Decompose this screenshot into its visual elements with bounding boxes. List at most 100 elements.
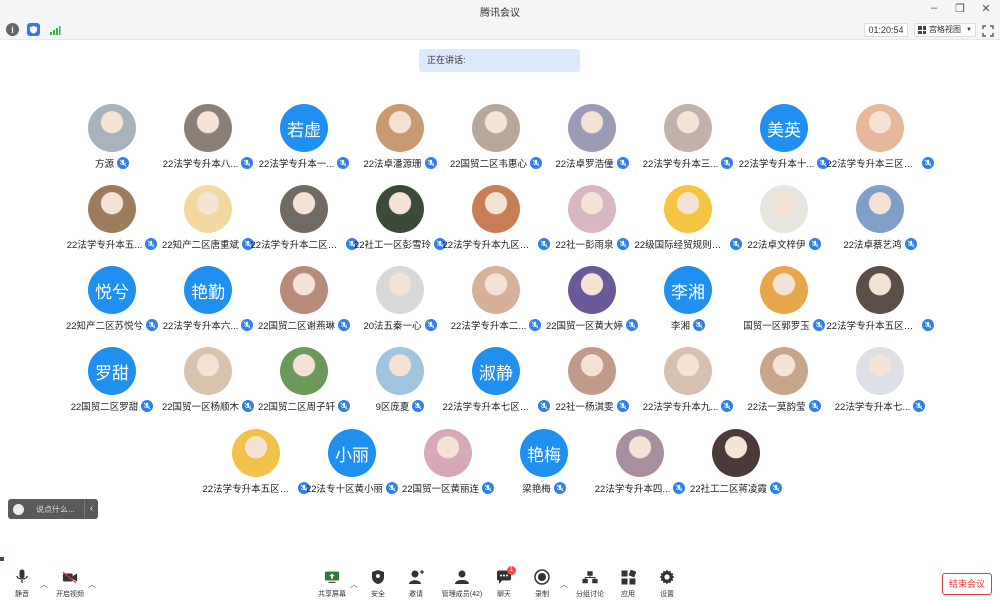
avatar — [856, 266, 904, 314]
participant-tile[interactable]: 22法学专升本五区陆... — [203, 429, 310, 499]
mic-status-icon — [616, 157, 629, 169]
avatar — [280, 347, 328, 395]
mic-status-icon — [616, 238, 629, 250]
participant-tile[interactable]: 22国贸二区周子轩 — [256, 347, 352, 417]
participant-tile[interactable]: 22法卓文梓伊 — [736, 185, 832, 255]
participant-tile[interactable]: 22知产二区唐重斌 — [160, 185, 256, 255]
record-options-chevron-icon[interactable]: ︿ — [560, 579, 568, 590]
mic-status-icon — [424, 157, 437, 169]
avatar — [616, 429, 664, 477]
participant-tile[interactable]: 罗甜 22国贸二区罗甜 — [64, 347, 160, 417]
participant-tile[interactable]: 22级国际经贸规则二... — [635, 185, 742, 255]
avatar — [664, 104, 712, 152]
participant-tile[interactable]: 22法一莫韵莹 — [736, 347, 832, 417]
participant-tile[interactable]: 22社一彭雨泉 — [544, 185, 640, 255]
participant-tile[interactable]: 22法学专升本二区曾... — [251, 185, 358, 255]
avatar — [760, 347, 808, 395]
participant-tile[interactable]: 22法学专升本五... — [64, 185, 160, 255]
avatar — [88, 185, 136, 233]
mute-options-chevron-icon[interactable]: ︿ — [40, 579, 48, 590]
participant-tile[interactable]: 国贸一区郭罗玉 — [736, 266, 832, 336]
apps-button[interactable]: 应用 — [608, 569, 648, 599]
participant-tile[interactable]: 22法卓蔡艺鸿 — [832, 185, 928, 255]
mic-status-icon — [117, 157, 129, 169]
chat-button[interactable]: 1 聊天 — [484, 566, 524, 599]
participant-tile[interactable]: 22国贸一区黄大婷 — [544, 266, 640, 336]
participant-tile[interactable]: 22社工一区彭雪玲 — [352, 185, 448, 255]
settings-label: 设置 — [660, 591, 674, 598]
participant-tile[interactable]: 22法卓潘源珊 — [352, 104, 448, 174]
avatar — [88, 104, 136, 152]
participant-tile[interactable]: 22国贸二区韦惠心 — [448, 104, 544, 174]
mic-status-icon — [553, 482, 566, 494]
participant-name: 22国贸一区黄大婷 — [545, 321, 624, 332]
participant-tile[interactable]: 22社工二区蒋凌霞 — [688, 429, 784, 499]
gear-icon — [659, 569, 675, 585]
mic-status-icon — [770, 482, 783, 494]
participant-name: 22国贸二区周子轩 — [257, 402, 336, 413]
avatar — [712, 429, 760, 477]
start-video-button[interactable]: 开启视频 — [50, 569, 90, 599]
participant-name-row: 22社工二区蒋凌霞 — [680, 481, 792, 495]
participant-tile[interactable]: 若虚 22法学专升本一... — [256, 104, 352, 174]
collapse-icon[interactable]: ‹ — [84, 499, 98, 519]
participant-name: 22知产二区唐重斌 — [161, 240, 240, 251]
record-button[interactable]: 录制 — [522, 569, 562, 599]
participant-tile[interactable]: 小丽 22法专十区黄小丽 — [304, 429, 400, 499]
participant-tile[interactable]: 22法学专升本七... — [832, 347, 928, 417]
participant-tile[interactable]: 22法学专升本三区韦... — [827, 104, 934, 174]
participant-tile[interactable]: 9区庞夏 — [352, 347, 448, 417]
participant-name: 梁艳梅 — [522, 484, 551, 495]
share-options-chevron-icon[interactable]: ︿ — [350, 579, 358, 590]
participant-name: 22法一莫韵莹 — [747, 402, 806, 413]
participant-tile[interactable]: 方源 — [64, 104, 160, 174]
participant-tile[interactable]: 李湘 李湘 — [640, 266, 736, 336]
participant-tile[interactable]: 22国贸一区杨顺木 — [160, 347, 256, 417]
participant-tile[interactable]: 22法学专升本九区张旋 — [443, 185, 550, 255]
participant-tile[interactable]: 22国贸二区谢燕琳 — [256, 266, 352, 336]
settings-button[interactable]: 设置 — [647, 569, 687, 599]
mic-status-icon — [616, 400, 629, 412]
avatar — [376, 104, 424, 152]
video-options-chevron-icon[interactable]: ︿ — [88, 579, 96, 590]
participant-name: 22法学专升本一... — [258, 159, 335, 170]
avatar — [856, 347, 904, 395]
participant-tile[interactable]: 艳勤 22法学专升本六... — [160, 266, 256, 336]
participant-tile[interactable]: 22法学专升本九... — [640, 347, 736, 417]
participant-tile[interactable]: 美英 22法学专升本十... — [736, 104, 832, 174]
chat-quick-input[interactable]: 说点什么... ‹ — [8, 499, 98, 519]
breakout-rooms-button[interactable]: 分组讨论 — [570, 569, 610, 599]
participant-tile[interactable]: 22法学专升本八... — [160, 104, 256, 174]
avatar-initials: 小丽 — [335, 445, 369, 465]
participant-name: 22法学专升本七... — [834, 402, 911, 413]
participant-tile[interactable]: 22法学专升本三... — [640, 104, 736, 174]
invite-button[interactable]: 邀请 — [396, 569, 436, 599]
share-screen-button[interactable]: 共享屏幕 — [312, 569, 352, 599]
participant-tile[interactable]: 22社一杨淇雯 — [544, 347, 640, 417]
manage-members-button[interactable]: 管理成员(42) — [440, 569, 484, 599]
members-icon — [454, 569, 470, 585]
participant-tile[interactable]: 22国贸一区黄丽连 — [400, 429, 496, 499]
avatar — [760, 185, 808, 233]
participant-tile[interactable]: 22法学专升本五区覃... — [827, 266, 934, 336]
avatar: 小丽 — [328, 429, 376, 477]
participant-tile[interactable]: 22法卓罗浩僮 — [544, 104, 640, 174]
participant-tile[interactable]: 22法学专升本二... — [448, 266, 544, 336]
avatar-initials: 悦兮 — [95, 282, 129, 302]
avatar — [184, 104, 232, 152]
share-label: 共享屏幕 — [318, 591, 346, 598]
emoji-icon[interactable] — [13, 503, 24, 515]
participant-name: 22法学专升本五区覃... — [826, 321, 919, 332]
participant-tile[interactable]: 淑静 22法学专升本七区马... — [443, 347, 550, 417]
participant-tile[interactable]: 22法学专升本四... — [592, 429, 688, 499]
end-meeting-button[interactable]: 结束会议 — [942, 573, 992, 595]
mute-button[interactable]: 静音 — [2, 569, 42, 599]
security-button[interactable]: 安全 — [358, 569, 398, 599]
participant-name: 20法五秦一心 — [363, 321, 422, 332]
participant-tile[interactable]: 悦兮 22知产二区苏悦兮 — [64, 266, 160, 336]
avatar — [664, 347, 712, 395]
mic-status-icon — [921, 157, 934, 169]
security-label: 安全 — [371, 591, 385, 598]
participant-tile[interactable]: 艳梅 梁艳梅 — [496, 429, 592, 499]
participant-tile[interactable]: 20法五秦一心 — [352, 266, 448, 336]
